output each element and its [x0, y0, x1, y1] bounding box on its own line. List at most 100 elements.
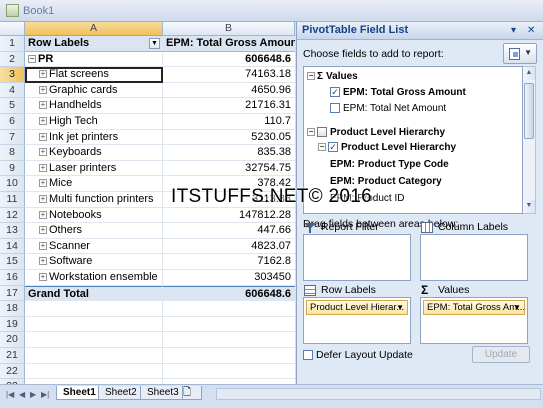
- row-labels-filter-dropdown[interactable]: ▼: [149, 38, 160, 49]
- row-number[interactable]: 10: [0, 176, 25, 192]
- grand-total-value[interactable]: 606648.6: [163, 285, 295, 302]
- close-icon[interactable]: ✕: [527, 22, 535, 39]
- expand-icon[interactable]: +: [39, 210, 47, 219]
- empty-cell[interactable]: [163, 301, 295, 317]
- row-label-cell[interactable]: + Flat screens: [25, 67, 163, 83]
- first-sheet-button[interactable]: |◀: [6, 390, 14, 399]
- field-total-gross-amount[interactable]: ✓ EPM: Total Gross Amount: [330, 86, 466, 100]
- row-label-cell[interactable]: + Keyboards: [25, 145, 163, 161]
- values-area[interactable]: EPM: Total Gross Am... ▼: [420, 297, 528, 344]
- empty-cell[interactable]: [25, 316, 163, 333]
- field-list-scrollbar[interactable]: ▲ ▼: [523, 66, 536, 214]
- tab-sheet1[interactable]: Sheet1: [56, 386, 103, 400]
- expand-icon[interactable]: +: [39, 241, 47, 250]
- row-label-cell[interactable]: + Ink jet printers: [25, 129, 163, 146]
- row-field-chip[interactable]: Product Level Hierar... ▼: [306, 300, 408, 315]
- checkbox-checked[interactable]: ✓: [328, 142, 338, 153]
- row-number[interactable]: 14: [0, 238, 25, 255]
- expand-icon[interactable]: +: [39, 273, 47, 282]
- row-number[interactable]: 21: [0, 348, 25, 364]
- row-number[interactable]: 13: [0, 223, 25, 239]
- expand-icon[interactable]: +: [39, 70, 47, 79]
- field-product-type-code[interactable]: EPM: Product Type Code: [330, 158, 449, 172]
- row-labels-area[interactable]: Product Level Hierar... ▼: [303, 297, 411, 344]
- values-field-chip[interactable]: EPM: Total Gross Am... ▼: [423, 300, 525, 315]
- value-cell[interactable]: 32754.75: [163, 161, 295, 177]
- empty-cell[interactable]: [163, 364, 295, 380]
- expand-icon[interactable]: +: [39, 101, 47, 110]
- column-header-a[interactable]: A: [25, 22, 163, 36]
- checkbox-unchecked[interactable]: [330, 103, 340, 114]
- row-number[interactable]: 11: [0, 192, 25, 208]
- chevron-down-icon[interactable]: ▼: [513, 301, 521, 314]
- row-label-cell[interactable]: + Scanner: [25, 238, 163, 255]
- row-number[interactable]: 7: [0, 129, 25, 146]
- row-label-cell[interactable]: + Laser printers: [25, 160, 163, 177]
- row-label-cell[interactable]: + Others: [25, 223, 163, 239]
- row-label-cell[interactable]: + Multi function printers: [25, 192, 163, 208]
- row-label-cell[interactable]: + Workstation ensemble: [25, 270, 163, 286]
- hierarchy-group[interactable]: − Product Level Hierarchy: [307, 126, 445, 140]
- expand-icon[interactable]: +: [39, 148, 47, 157]
- row-number[interactable]: 6: [0, 114, 25, 130]
- expand-icon[interactable]: +: [39, 195, 47, 204]
- value-cell[interactable]: 606648.6: [163, 52, 295, 68]
- row-labels-header[interactable]: Row Labels ▼: [25, 36, 163, 52]
- row-label-cell[interactable]: + Graphic cards: [25, 82, 163, 99]
- row-number[interactable]: 1: [0, 36, 25, 52]
- expand-icon[interactable]: +: [39, 85, 47, 94]
- row-number[interactable]: 4: [0, 82, 25, 99]
- expand-icon[interactable]: +: [39, 163, 47, 172]
- row-number[interactable]: 20: [0, 332, 25, 348]
- column-header-b[interactable]: B: [163, 22, 295, 36]
- row-number[interactable]: 9: [0, 160, 25, 177]
- value-cell[interactable]: 4650.96: [163, 83, 295, 99]
- empty-cell[interactable]: [163, 348, 295, 364]
- expand-icon[interactable]: +: [39, 257, 47, 266]
- select-all-corner[interactable]: [0, 22, 25, 36]
- row-number[interactable]: 17: [0, 285, 25, 302]
- collapse-icon[interactable]: −: [28, 54, 36, 63]
- tab-sheet2[interactable]: Sheet2: [98, 386, 144, 400]
- value-cell[interactable]: 74163.18: [163, 67, 295, 83]
- row-label-cell[interactable]: + Software: [25, 254, 163, 270]
- value-cell[interactable]: 7162.8: [163, 254, 295, 270]
- value-cell[interactable]: 447.66: [163, 223, 295, 239]
- update-button[interactable]: Update: [472, 346, 530, 363]
- empty-cell[interactable]: [25, 348, 163, 364]
- collapse-icon[interactable]: −: [318, 143, 326, 152]
- expand-icon[interactable]: +: [39, 132, 47, 141]
- defer-layout-update[interactable]: Defer Layout Update: [303, 349, 413, 361]
- horizontal-scrollbar[interactable]: [216, 388, 541, 400]
- grand-total-label[interactable]: Grand Total: [25, 285, 163, 302]
- pane-options-dropdown-icon[interactable]: ▾: [511, 22, 516, 39]
- prev-sheet-button[interactable]: ◀: [19, 390, 25, 399]
- scroll-up-icon[interactable]: ▲: [523, 67, 535, 80]
- checkbox-checked[interactable]: ✓: [330, 87, 340, 98]
- tab-sheet3[interactable]: Sheet3: [140, 386, 186, 400]
- row-number[interactable]: 5: [0, 98, 25, 114]
- column-labels-area[interactable]: [420, 234, 528, 281]
- row-number[interactable]: 2: [0, 51, 25, 68]
- insert-sheet-icon[interactable]: 🗋: [182, 386, 202, 400]
- expand-icon[interactable]: +: [39, 226, 47, 235]
- last-sheet-button[interactable]: ▶|: [41, 390, 49, 399]
- empty-cell[interactable]: [25, 332, 163, 348]
- value-cell[interactable]: 303450: [163, 270, 295, 286]
- field-total-net-amount[interactable]: EPM: Total Net Amount: [330, 102, 446, 116]
- chevron-down-icon[interactable]: ▼: [396, 301, 404, 314]
- row-number[interactable]: 16: [0, 270, 25, 286]
- value-cell[interactable]: 147812.28: [163, 208, 295, 224]
- value-column-header[interactable]: EPM: Total Gross Amount: [163, 36, 295, 52]
- empty-cell[interactable]: [25, 301, 163, 317]
- hierarchy-subgroup[interactable]: − ✓ Product Level Hierarchy: [318, 141, 456, 155]
- field-list-layout-button[interactable]: ▼: [503, 43, 537, 64]
- value-cell[interactable]: 4823.07: [163, 239, 295, 255]
- row-label-cell[interactable]: + Notebooks: [25, 207, 163, 224]
- empty-cell[interactable]: [163, 317, 295, 333]
- collapse-icon[interactable]: −: [307, 72, 315, 81]
- row-number[interactable]: 12: [0, 207, 25, 224]
- empty-cell[interactable]: [25, 363, 163, 380]
- value-cell[interactable]: 110.7: [163, 114, 295, 130]
- row-number[interactable]: 22: [0, 363, 25, 380]
